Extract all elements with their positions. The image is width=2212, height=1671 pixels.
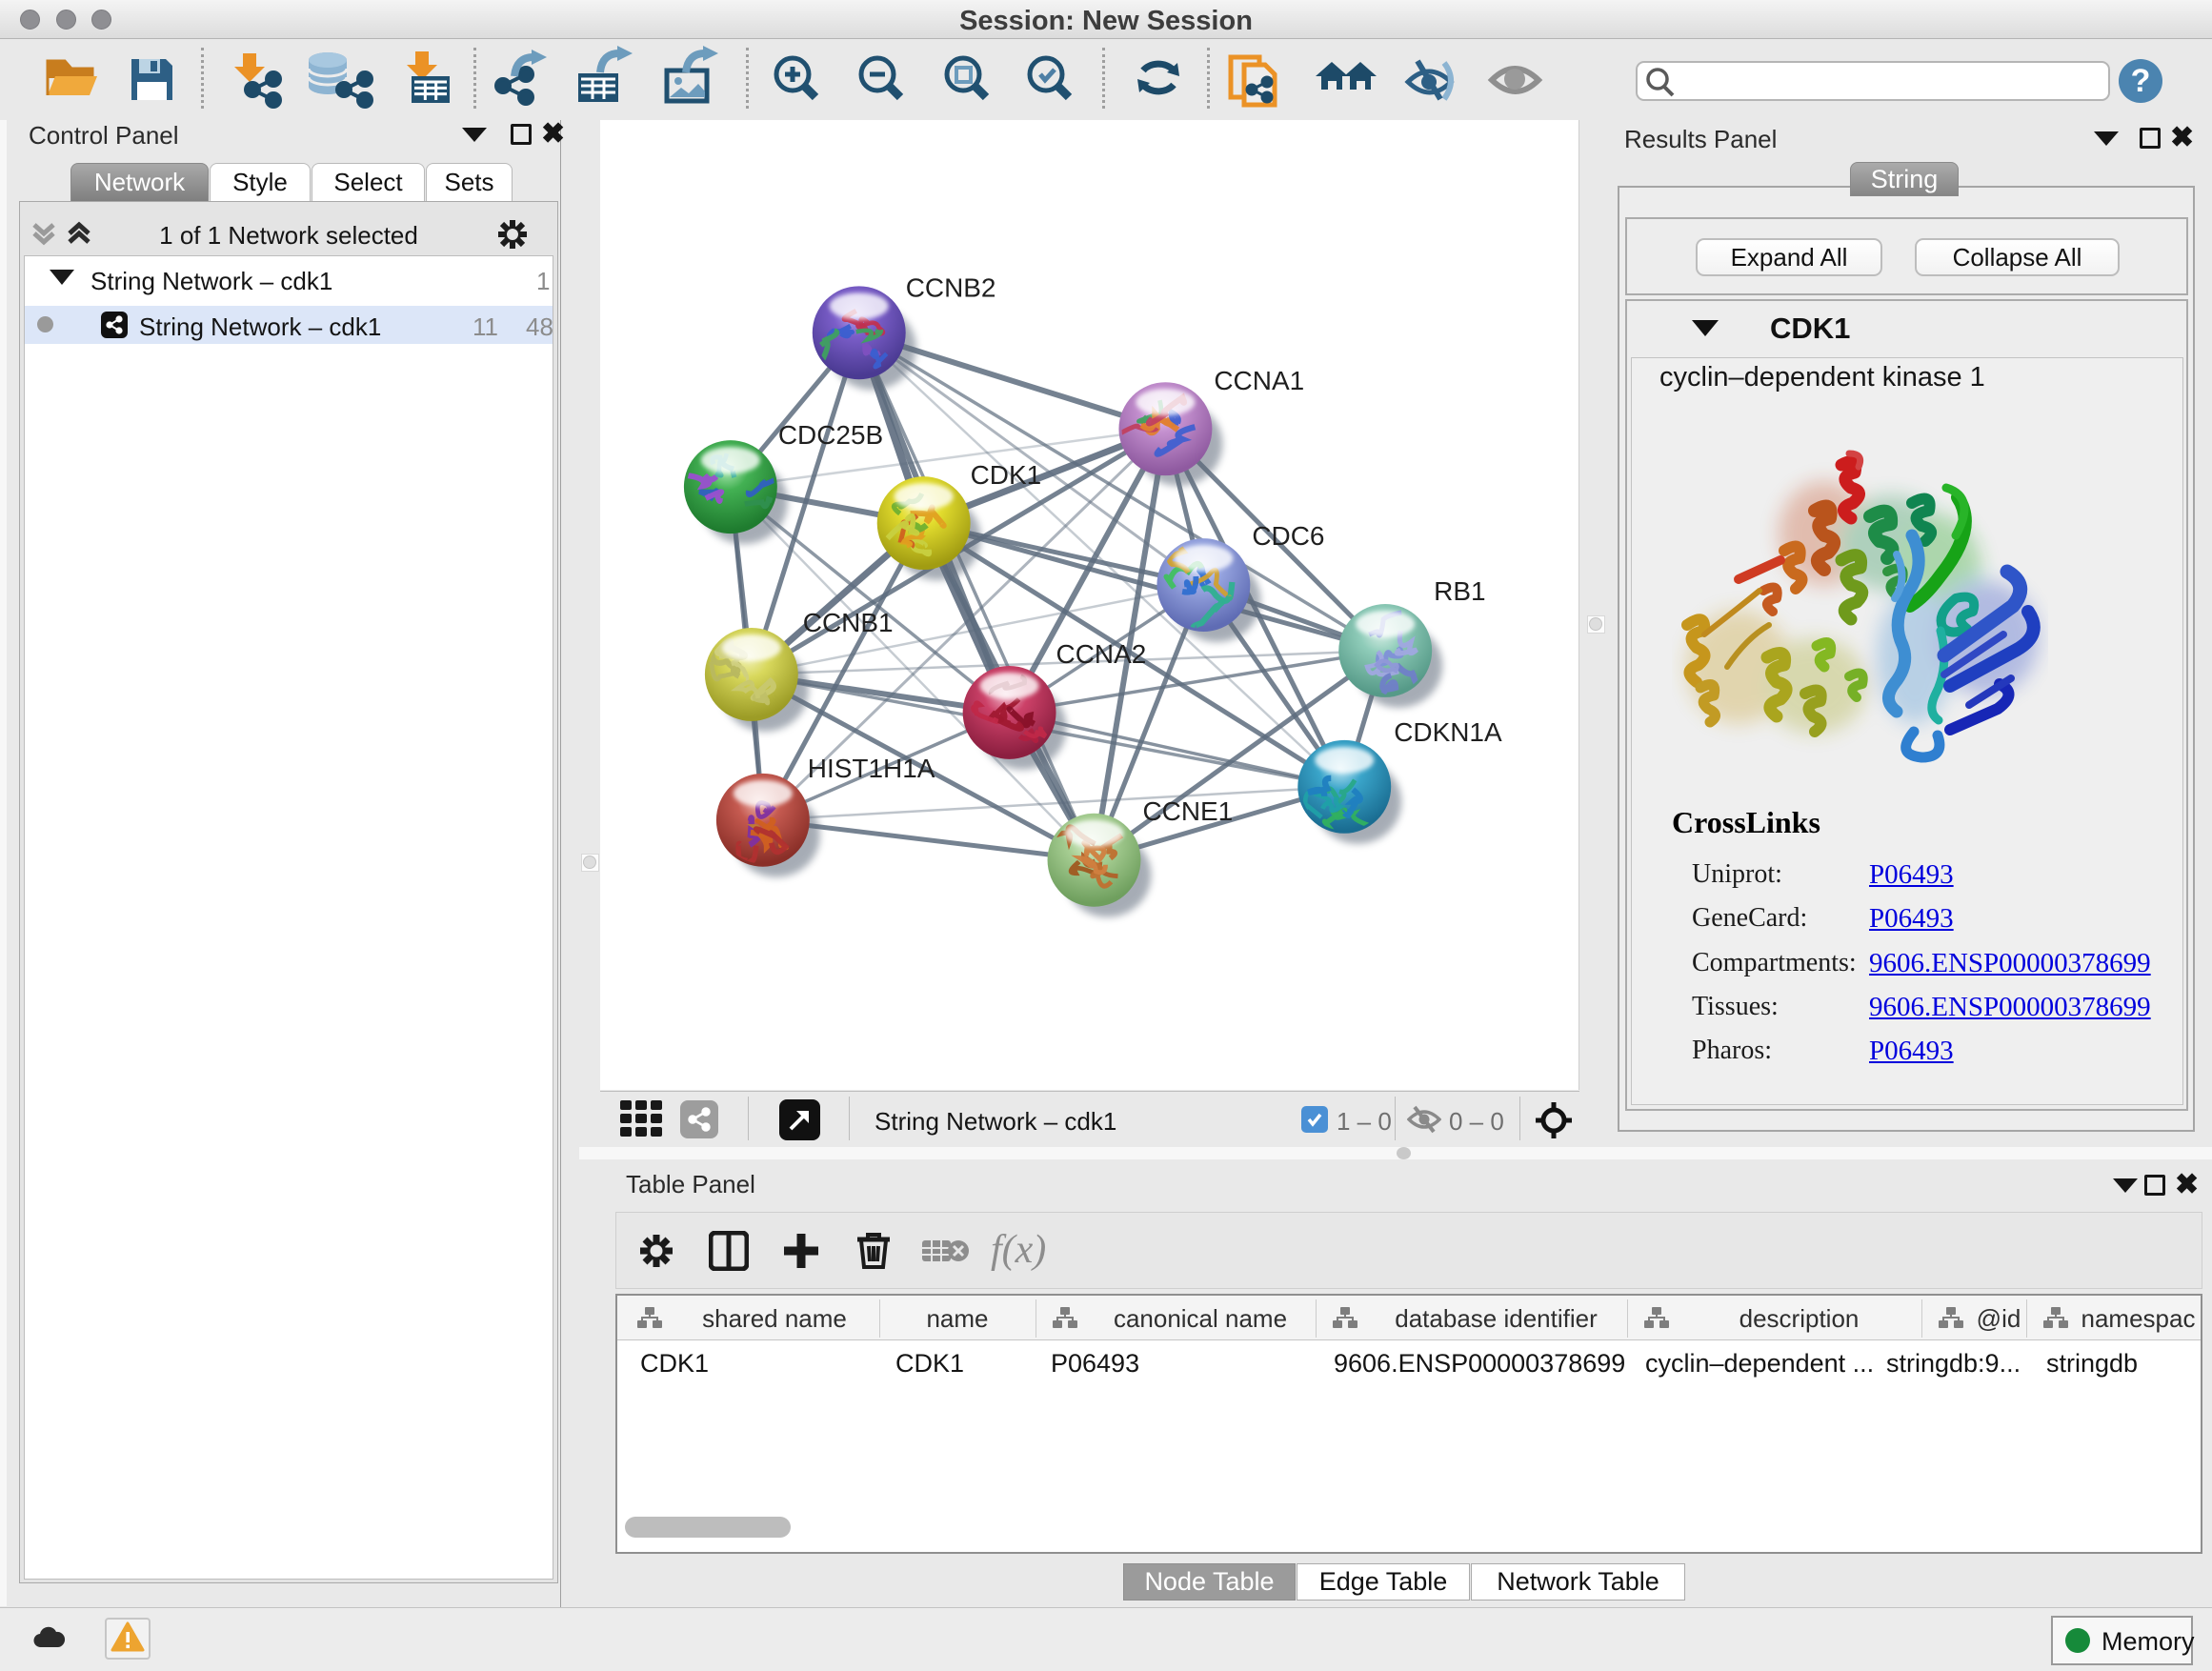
svg-text:CDK1: CDK1 [971,460,1042,490]
svg-text:CCNB1: CCNB1 [803,608,894,637]
svg-text:RB1: RB1 [1434,576,1485,606]
svg-text:CDC25B: CDC25B [778,420,883,450]
svg-text:CDC6: CDC6 [1252,521,1324,551]
svg-text:CCNE1: CCNE1 [1142,796,1233,826]
svg-text:HIST1H1A: HIST1H1A [808,754,935,783]
svg-text:CCNA1: CCNA1 [1214,366,1304,395]
svg-text:CCNB2: CCNB2 [906,272,996,302]
svg-text:CDKN1A: CDKN1A [1394,717,1502,747]
svg-text:CCNA2: CCNA2 [1056,639,1147,669]
